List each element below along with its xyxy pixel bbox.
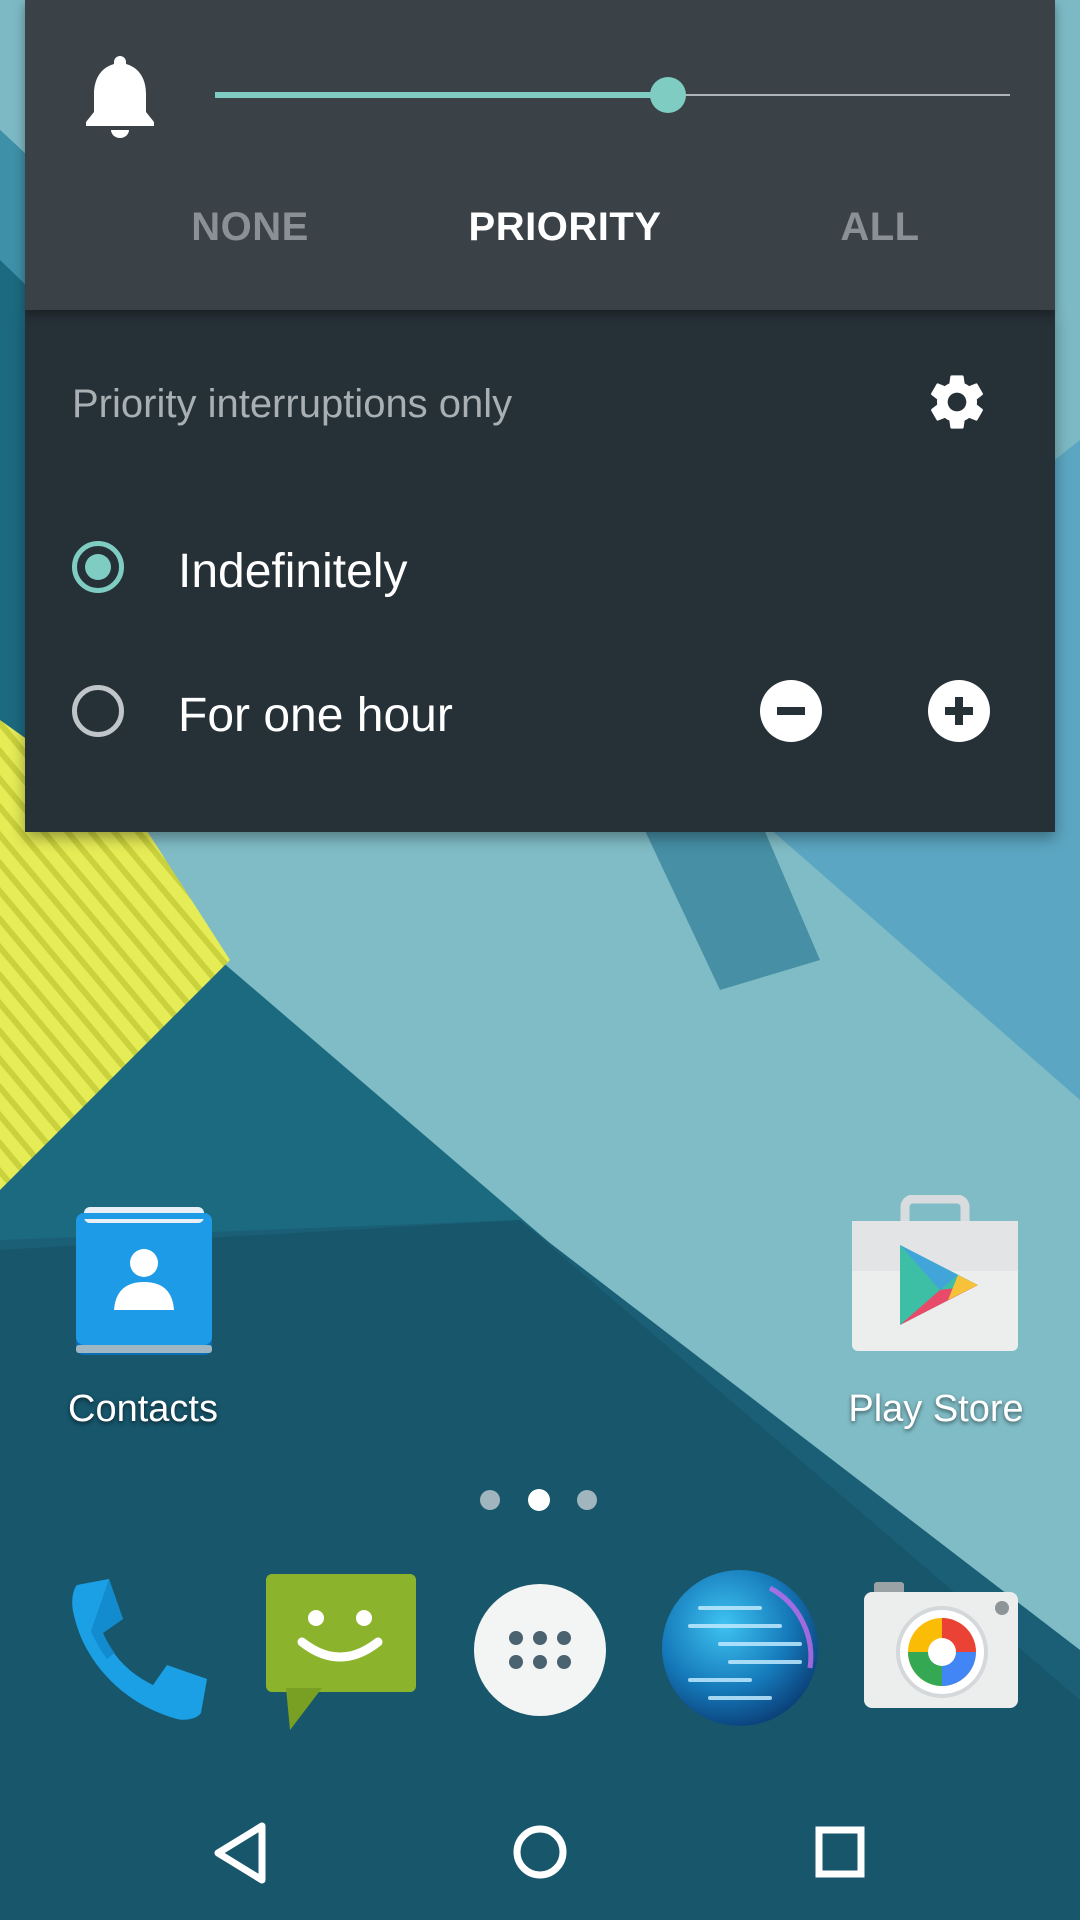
interruption-details-panel: Priority interruptions only Indefinitely… [25, 310, 1055, 832]
messaging-icon[interactable] [262, 1570, 418, 1730]
increase-duration-button[interactable] [928, 680, 990, 742]
decrease-duration-button[interactable] [760, 680, 822, 742]
contacts-icon[interactable] [70, 1205, 218, 1360]
navigation-bar [0, 1780, 1080, 1920]
recents-icon[interactable] [790, 1800, 890, 1900]
page-indicator [475, 1488, 605, 1512]
slider-thumb[interactable] [650, 77, 687, 113]
option-label-for-one-hour: For one hour [178, 689, 453, 742]
plus-icon [945, 697, 973, 725]
mode-tab-all[interactable]: ALL [750, 205, 1010, 250]
camera-icon[interactable] [862, 1580, 1020, 1710]
option-indefinitely[interactable]: Indefinitely [25, 510, 1055, 630]
radio-for-one-hour[interactable] [72, 685, 124, 737]
interruptions-panel: NONE PRIORITY ALL [25, 0, 1055, 310]
option-label-indefinitely: Indefinitely [178, 545, 408, 598]
app-label-contacts: Contacts [68, 1388, 218, 1430]
radio-indefinitely[interactable] [72, 541, 124, 593]
option-for-one-hour[interactable]: For one hour [25, 654, 1055, 774]
mode-tab-none[interactable]: NONE [120, 205, 380, 250]
home-icon[interactable] [490, 1800, 590, 1900]
browser-globe-icon[interactable] [660, 1568, 820, 1728]
volume-slider[interactable] [215, 70, 1010, 120]
gear-icon[interactable] [925, 370, 989, 434]
bell-icon [86, 56, 154, 138]
app-drawer-icon[interactable] [472, 1582, 608, 1718]
minus-icon [777, 707, 805, 715]
play-store-icon[interactable] [850, 1195, 1020, 1355]
mode-tab-priority[interactable]: PRIORITY [435, 205, 695, 250]
page-dot-2[interactable] [528, 1489, 550, 1511]
app-label-play-store: Play Store [848, 1388, 1024, 1430]
mode-title: Priority interruptions only [72, 382, 513, 426]
back-icon[interactable] [190, 1800, 290, 1900]
page-dot-3[interactable] [577, 1490, 597, 1510]
slider-fill [215, 92, 669, 98]
page-dot-1[interactable] [480, 1490, 500, 1510]
phone-icon[interactable] [65, 1575, 215, 1725]
